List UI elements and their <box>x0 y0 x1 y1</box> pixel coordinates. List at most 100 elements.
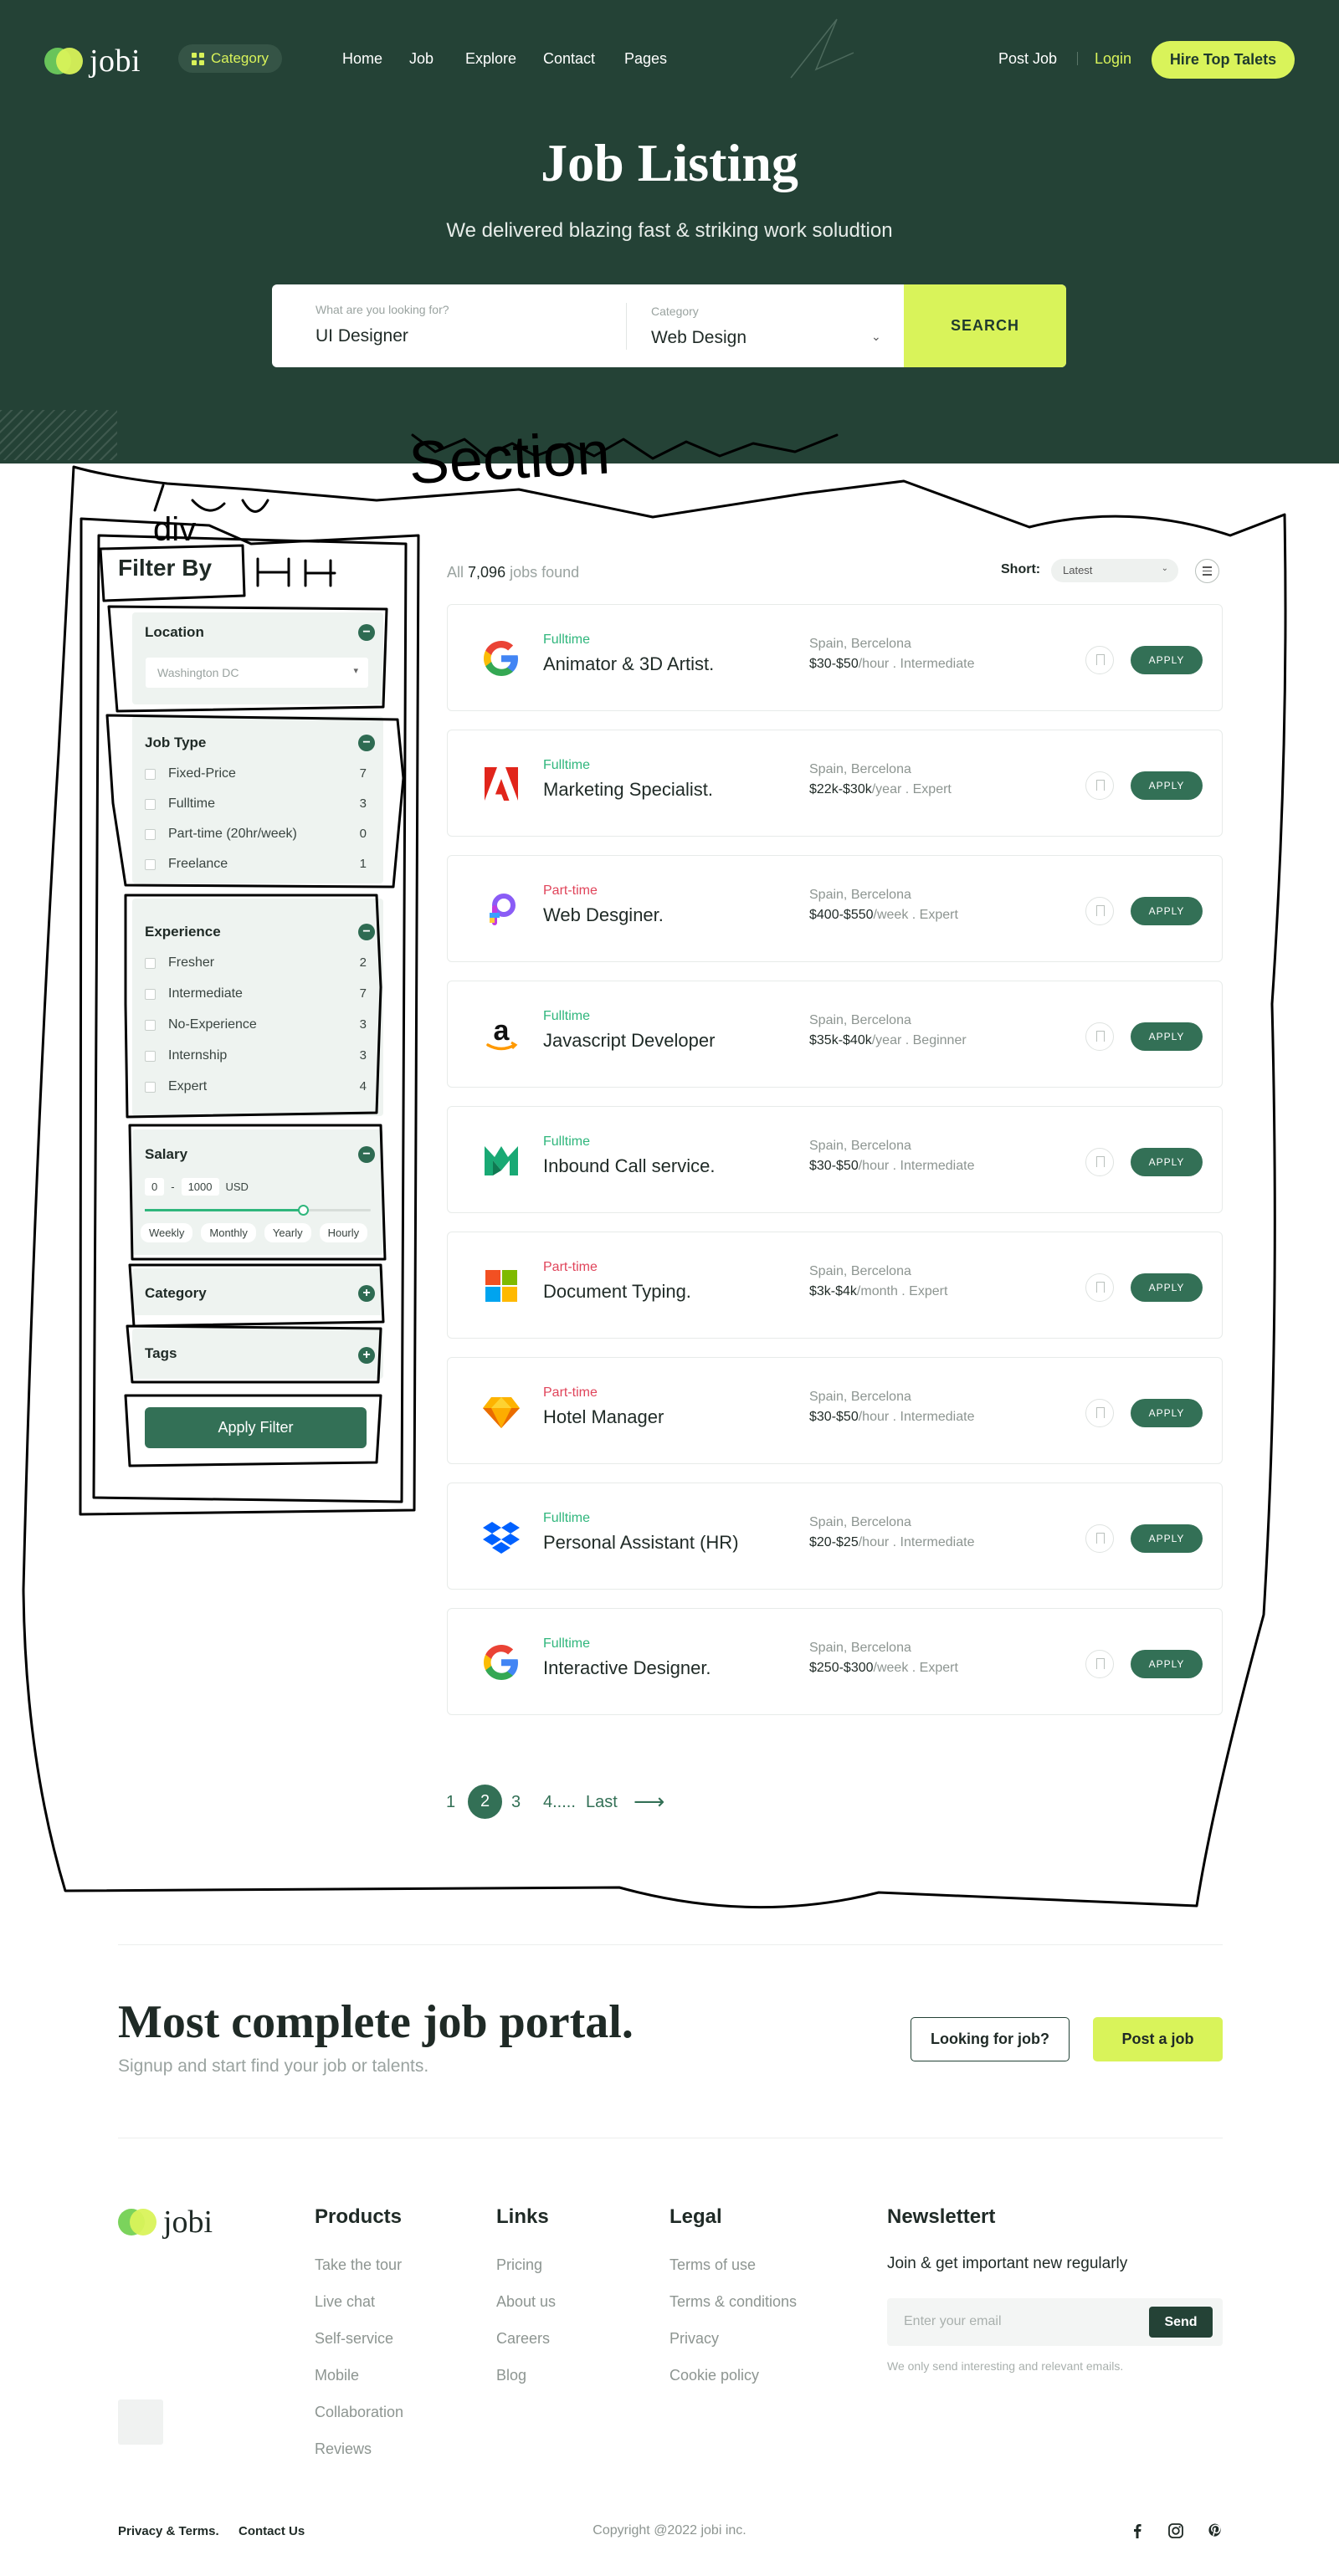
job-title[interactable]: Animator & 3D Artist. <box>543 653 714 675</box>
collapse-icon[interactable]: − <box>358 924 375 940</box>
filter-category-panel[interactable]: Category + <box>132 1268 383 1315</box>
period-yearly[interactable]: Yearly <box>264 1223 311 1242</box>
bookmark-icon[interactable] <box>1085 646 1114 674</box>
bookmark-icon[interactable] <box>1085 1524 1114 1553</box>
experience-option[interactable]: Internship 3 <box>145 1047 375 1067</box>
checkbox[interactable] <box>145 989 156 1000</box>
search-query-input[interactable]: UI Designer <box>316 326 408 346</box>
job-title[interactable]: Interactive Designer. <box>543 1657 711 1679</box>
newsletter-email-field[interactable]: Enter your email Send <box>887 2298 1223 2346</box>
hire-talents-button[interactable]: Hire Top Talets <box>1152 41 1295 79</box>
bookmark-icon[interactable] <box>1085 1148 1114 1176</box>
footer-link[interactable]: Take the tour <box>315 2256 402 2274</box>
experience-option[interactable]: No-Experience 3 <box>145 1016 375 1036</box>
checkbox[interactable] <box>145 1020 156 1031</box>
footer-link[interactable]: Cookie policy <box>670 2367 759 2384</box>
footer-link[interactable]: Careers <box>496 2330 550 2348</box>
job-title[interactable]: Web Desginer. <box>543 904 664 926</box>
checkbox[interactable] <box>145 799 156 810</box>
job-card[interactable]: a Fulltime Javascript Developer Spain, Berc… <box>447 981 1223 1088</box>
nav-pages[interactable]: Pages <box>624 50 667 68</box>
job-type-option[interactable]: Part-time (20hr/week) 0 <box>145 825 375 845</box>
expand-icon[interactable]: + <box>358 1285 375 1302</box>
job-card[interactable]: Fulltime Marketing Specialist. Spain, Berc… <box>447 730 1223 837</box>
bookmark-icon[interactable] <box>1085 1399 1114 1427</box>
salary-slider-handle[interactable] <box>298 1205 309 1216</box>
job-title[interactable]: Personal Assistant (HR) <box>543 1532 739 1554</box>
footer-link[interactable]: Live chat <box>315 2293 375 2311</box>
filter-tags-panel[interactable]: Tags + <box>132 1329 383 1379</box>
page-current[interactable]: 2 <box>468 1785 502 1819</box>
checkbox[interactable] <box>145 829 156 840</box>
apply-button[interactable]: APPLY <box>1131 771 1203 800</box>
job-card[interactable]: Fulltime Animator & 3D Artist. Spain, Berc… <box>447 604 1223 711</box>
job-type-option[interactable]: Freelance 1 <box>145 855 375 875</box>
checkbox[interactable] <box>145 958 156 969</box>
job-title[interactable]: Hotel Manager <box>543 1406 664 1428</box>
footer-link[interactable]: Reviews <box>315 2440 372 2458</box>
page-last[interactable]: Last <box>586 1793 618 1812</box>
job-title[interactable]: Inbound Call service. <box>543 1155 715 1177</box>
apply-button[interactable]: APPLY <box>1131 1399 1203 1427</box>
apply-button[interactable]: APPLY <box>1131 1524 1203 1553</box>
bookmark-icon[interactable] <box>1085 1650 1114 1678</box>
period-monthly[interactable]: Monthly <box>201 1223 256 1242</box>
footer-link[interactable]: Terms & conditions <box>670 2293 797 2311</box>
apply-button[interactable]: APPLY <box>1131 1650 1203 1678</box>
checkbox[interactable] <box>145 1051 156 1062</box>
page-link[interactable]: 1 <box>446 1793 455 1812</box>
bookmark-icon[interactable] <box>1085 1273 1114 1302</box>
nav-job[interactable]: Job <box>409 50 434 68</box>
bookmark-icon[interactable] <box>1085 1022 1114 1051</box>
footer-link[interactable]: Privacy <box>670 2330 719 2348</box>
looking-for-job-button[interactable]: Looking for job? <box>911 2017 1070 2061</box>
search-button[interactable]: SEARCH <box>904 284 1066 367</box>
nav-contact[interactable]: Contact <box>543 50 595 68</box>
list-view-icon[interactable] <box>1195 559 1219 583</box>
post-job-link[interactable]: Post Job <box>998 50 1057 68</box>
sort-select[interactable]: Latest ⌄ <box>1051 559 1178 582</box>
job-title[interactable]: Marketing Specialist. <box>543 779 713 801</box>
salary-min-input[interactable]: 0 <box>145 1178 165 1196</box>
page-link[interactable]: 4..... <box>543 1793 576 1812</box>
footer-link[interactable]: Mobile <box>315 2367 359 2384</box>
instagram-icon[interactable] <box>1167 2522 1185 2540</box>
search-category-select[interactable]: Web Design <box>651 328 746 348</box>
expand-icon[interactable]: + <box>358 1347 375 1364</box>
job-card[interactable]: Fulltime Interactive Designer. Spain, Berc… <box>447 1608 1223 1715</box>
apply-button[interactable]: APPLY <box>1131 1148 1203 1176</box>
footer-link[interactable]: Blog <box>496 2367 526 2384</box>
apply-button[interactable]: APPLY <box>1131 897 1203 925</box>
logo[interactable]: jobi <box>44 43 141 79</box>
collapse-icon[interactable]: − <box>358 1146 375 1163</box>
login-link[interactable]: Login <box>1095 50 1131 68</box>
experience-option[interactable]: Fresher 2 <box>145 954 375 974</box>
job-type-option[interactable]: Fulltime 3 <box>145 795 375 815</box>
footer-link[interactable]: Pricing <box>496 2256 542 2274</box>
category-button[interactable]: Category <box>178 44 282 73</box>
bookmark-icon[interactable] <box>1085 771 1114 800</box>
arrow-right-icon[interactable]: ⟶ <box>634 1789 664 1815</box>
nav-explore[interactable]: Explore <box>465 50 516 68</box>
job-card[interactable]: Fulltime Personal Assistant (HR) Spain, Be… <box>447 1483 1223 1590</box>
job-title[interactable]: Document Typing. <box>543 1281 691 1303</box>
footer-link[interactable]: About us <box>496 2293 556 2311</box>
job-card[interactable]: Part-time Hotel Manager Spain, Bercelona $3… <box>447 1357 1223 1464</box>
salary-max-input[interactable]: 1000 <box>181 1178 219 1196</box>
apply-button[interactable]: APPLY <box>1131 646 1203 674</box>
salary-slider[interactable] <box>145 1205 371 1216</box>
collapse-icon[interactable]: − <box>358 624 375 641</box>
experience-option[interactable]: Intermediate 7 <box>145 985 375 1005</box>
post-a-job-button[interactable]: Post a job <box>1093 2017 1223 2061</box>
send-button[interactable]: Send <box>1149 2307 1213 2338</box>
apply-button[interactable]: APPLY <box>1131 1022 1203 1051</box>
footer-link[interactable]: Self-service <box>315 2330 393 2348</box>
location-select[interactable]: Washington DC ▾ <box>146 658 368 688</box>
job-title[interactable]: Javascript Developer <box>543 1030 715 1052</box>
job-card[interactable]: Part-time Document Typing. Spain, Bercelon… <box>447 1232 1223 1339</box>
period-hourly[interactable]: Hourly <box>319 1223 368 1242</box>
nav-home[interactable]: Home <box>342 50 382 68</box>
chevron-down-icon[interactable]: ⌄ <box>871 330 881 344</box>
apply-filter-button[interactable]: Apply Filter <box>145 1407 367 1448</box>
period-weekly[interactable]: Weekly <box>141 1223 193 1242</box>
